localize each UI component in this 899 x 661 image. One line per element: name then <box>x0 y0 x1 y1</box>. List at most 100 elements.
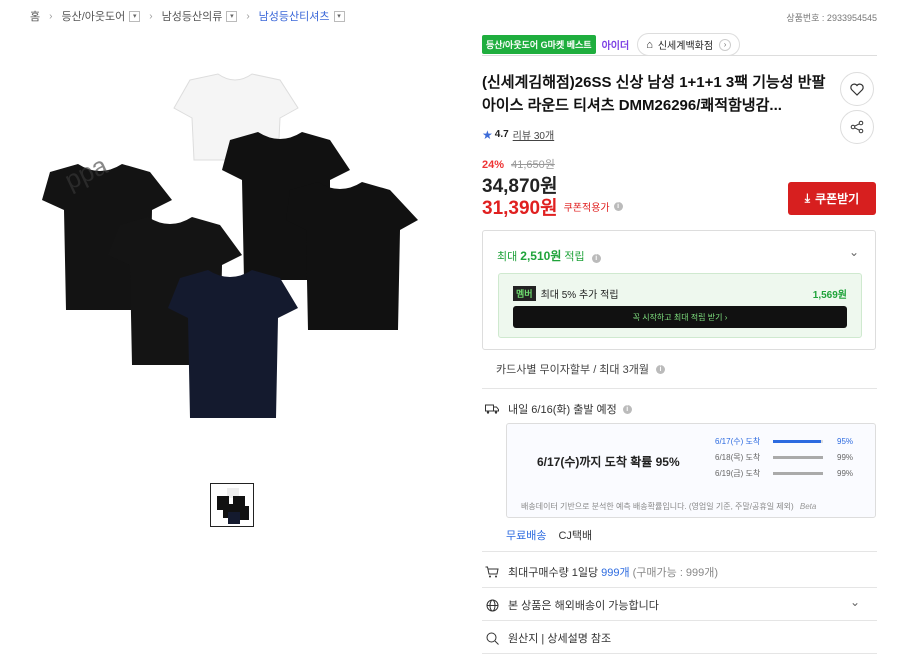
chevron-right-icon: › <box>149 10 153 22</box>
delivery-headline: 6/17(수)까지 도착 확률 95% <box>537 455 680 469</box>
coupon-price-label: 쿠폰적용가 <box>563 203 610 214</box>
info-icon[interactable]: i <box>613 202 623 211</box>
wishlist-button[interactable] <box>840 72 874 106</box>
probability-bar <box>773 472 823 475</box>
coupon-button[interactable]: ⤓ 쿠폰받기 <box>788 182 876 215</box>
category-best-badge[interactable]: 등산/아웃도어 G마켓 베스트 <box>482 35 596 54</box>
delivery-prob-row: 6/17(수) 도착 95% <box>715 436 865 447</box>
search-icon <box>484 631 500 645</box>
purchase-limit-sub: (구매가능 : 999개) <box>632 567 719 579</box>
info-icon[interactable]: i <box>655 364 665 374</box>
delivery-prob-row: 6/18(목) 도착 99% <box>715 452 865 463</box>
member-row: 멤버 최대 5% 추가 적립 1,569원 <box>513 286 847 301</box>
product-thumbnail[interactable] <box>210 483 254 527</box>
product-title: (신세계김해점)26SS 신상 남성 1+1+1 3팩 기능성 반팔 아이스 라… <box>482 74 826 114</box>
probability-value: 95% <box>837 437 854 446</box>
divider <box>482 653 877 654</box>
carrier-label: CJ택배 <box>558 530 593 542</box>
chevron-right-icon: › <box>719 38 732 51</box>
points-amount: 2,510원 <box>520 249 562 263</box>
breadcrumb-item-tshirts[interactable]: 남성등산티셔츠 <box>259 8 330 24</box>
shipping-depart-row: 내일 6/16(화) 출발 예정 i <box>484 401 632 417</box>
store-name: 신세계백화점 <box>657 41 714 52</box>
info-icon[interactable]: i <box>622 404 632 414</box>
divider <box>482 55 877 56</box>
chevron-down-icon[interactable]: ▾ <box>129 10 141 22</box>
chevron-right-icon: › <box>49 10 53 22</box>
delivery-probability-box: 6/17(수)까지 도착 확률 95% 6/17(수) 도착 95% 6/18(… <box>506 423 876 518</box>
breadcrumb-item-mens-clothing[interactable]: 남성등산의류 <box>162 8 223 24</box>
probability-fill <box>773 440 821 443</box>
member-start-button[interactable]: 꼭 시작하고 최대 적립 받기 › <box>513 306 847 328</box>
review-link[interactable]: 리뷰 30개 <box>513 127 555 142</box>
probability-value: 99% <box>837 453 854 462</box>
shipping-depart-text: 내일 6/16(화) 출발 예정 <box>508 404 617 416</box>
delivery-date: 6/18(목) 도착 <box>715 453 761 462</box>
divider <box>482 587 877 588</box>
divider <box>482 388 877 389</box>
original-price: 41,650원 <box>511 159 555 171</box>
probability-value: 99% <box>837 469 854 478</box>
points-box: 최대 2,510원 적립 i ⌄ 멤버 최대 5% 추가 적립 1,569원 꼭… <box>482 230 876 350</box>
delivery-date: 6/19(금) 도착 <box>715 469 761 478</box>
discount-row: 24% 41,650원 <box>482 156 555 172</box>
delivery-note: 배송데이터 기반으로 분석한 예측 배송확률입니다. (영업일 기준, 주말/공… <box>521 501 816 512</box>
delivery-note-text: 배송데이터 기반으로 분석한 예측 배송확률입니다. (영업일 기준, 주말/공… <box>521 502 794 511</box>
chevron-down-icon[interactable]: ⌄ <box>849 245 859 259</box>
info-icon[interactable]: i <box>591 254 601 263</box>
coupon-price: 31,390원 <box>482 198 558 219</box>
delivery-prob-row: 6/19(금) 도착 99% <box>715 468 865 479</box>
international-shipping-text: 본 상품은 해외배송이 가능합니다 <box>508 600 659 612</box>
chevron-right-icon: › <box>246 10 250 22</box>
coupon-price-row: 31,390원 쿠폰적용가 i <box>482 193 623 220</box>
product-id: 상품번호 : 2933954545 <box>786 13 877 23</box>
divider <box>482 620 877 621</box>
globe-icon <box>484 598 500 612</box>
discount-percent: 24% <box>482 159 505 171</box>
free-shipping-label: 무료배송 <box>506 530 547 542</box>
shipping-method-row: 무료배송 CJ택배 <box>506 527 592 543</box>
purchase-limit-count: 999개 <box>601 567 630 579</box>
probability-fill <box>773 456 823 459</box>
breadcrumb-item-outdoor[interactable]: 등산/아웃도어 <box>61 8 125 24</box>
chevron-down-icon[interactable]: ▾ <box>226 10 238 22</box>
download-icon: ⤓ <box>804 191 811 205</box>
cart-icon <box>484 565 500 579</box>
chevron-down-icon[interactable]: ▾ <box>333 10 345 22</box>
origin-text: 원산지 | 상세설명 참조 <box>508 633 612 645</box>
probability-fill <box>773 472 823 475</box>
brand-link[interactable]: 아이더 <box>602 37 630 52</box>
probability-bar <box>773 440 823 443</box>
store-link[interactable]: ⌂ 신세계백화점 › <box>637 33 741 56</box>
member-text: 최대 5% 추가 적립 <box>540 290 619 301</box>
share-button[interactable] <box>840 110 874 144</box>
card-installment-row: 카드사별 무이자할부 / 최대 3개월 i <box>496 361 665 377</box>
breadcrumb: 홈 › 등산/아웃도어 ▾ › 남성등산의류 ▾ › 남성등산티셔츠 ▾ <box>30 8 345 24</box>
points-prefix: 최대 <box>497 251 521 263</box>
card-installment-text: 카드사별 무이자할부 / 최대 3개월 <box>496 364 649 376</box>
breadcrumb-home[interactable]: 홈 <box>30 8 40 24</box>
product-main-image[interactable]: ppa <box>30 60 430 430</box>
rating: ★ 4.7 리뷰 30개 <box>482 127 555 143</box>
star-icon: ★ <box>482 127 493 142</box>
truck-icon <box>484 402 500 416</box>
tag-row: 등산/아웃도어 G마켓 베스트 아이더 ⌂ 신세계백화점 › <box>482 33 741 56</box>
member-amount: 1,569원 <box>812 290 847 301</box>
origin-row: 원산지 | 상세설명 참조 <box>484 630 611 646</box>
delivery-date: 6/17(수) 도착 <box>715 437 761 446</box>
rating-score: 4.7 <box>494 129 509 140</box>
home-icon: ⌂ <box>646 38 653 51</box>
points-suffix: 적립 <box>561 251 585 263</box>
chevron-down-icon[interactable]: ⌄ <box>850 595 860 609</box>
coupon-button-label: 쿠폰받기 <box>815 192 860 206</box>
probability-bar <box>773 456 823 459</box>
international-shipping-row[interactable]: 본 상품은 해외배송이 가능합니다 ⌄ <box>484 595 876 613</box>
points-header[interactable]: 최대 2,510원 적립 i <box>497 247 601 264</box>
beta-label: Beta <box>799 502 817 511</box>
purchase-limit-row: 최대구매수량 1일당 999개 (구매가능 : 999개) <box>484 564 718 580</box>
member-box: 멤버 최대 5% 추가 적립 1,569원 꼭 시작하고 최대 적립 받기 › <box>498 273 862 338</box>
purchase-limit-text: 최대구매수량 1일당 <box>508 567 599 579</box>
heart-icon <box>850 83 864 96</box>
share-icon <box>850 120 864 134</box>
divider <box>482 551 877 552</box>
